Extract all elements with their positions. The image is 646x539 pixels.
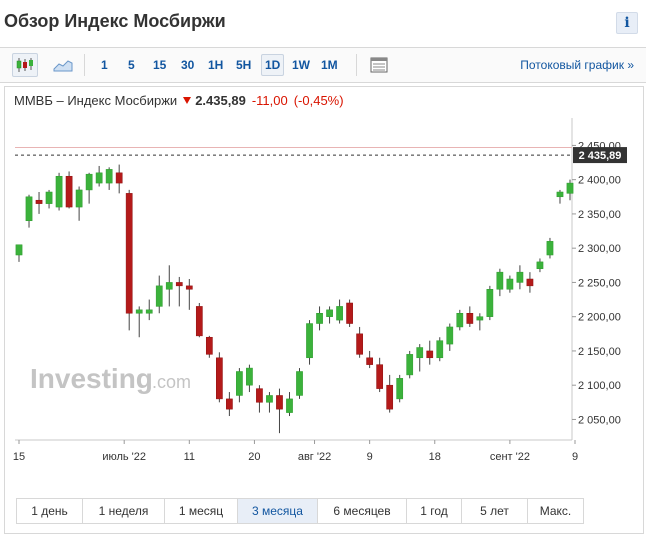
candle-body[interactable]: [566, 182, 574, 194]
candle-body[interactable]: [175, 282, 183, 287]
y-tick-label: 2 050,00: [578, 414, 621, 426]
candle-body[interactable]: [115, 172, 123, 184]
candle-body[interactable]: [256, 388, 263, 403]
range-button[interactable]: 5 лет: [462, 499, 528, 523]
candle-body[interactable]: [306, 323, 313, 359]
candle-body[interactable]: [536, 261, 544, 269]
price-chart[interactable]: Investing .com 2 050,00 2 100,00 2 150,00 2 2…: [0, 0, 646, 539]
candle-body[interactable]: [185, 285, 193, 290]
x-tick-label: 9: [572, 451, 578, 463]
candle-body[interactable]: [486, 289, 494, 317]
candle-body[interactable]: [236, 371, 243, 396]
candle-body[interactable]: [456, 313, 464, 328]
candle-body[interactable]: [165, 282, 173, 290]
y-tick-label: 2 150,00: [578, 346, 621, 358]
candle-body[interactable]: [476, 316, 484, 321]
y-tick-label: 2 100,00: [578, 380, 621, 392]
candle-body[interactable]: [526, 278, 534, 287]
range-button[interactable]: 1 год: [407, 499, 462, 523]
range-button[interactable]: 1 неделя: [83, 499, 165, 523]
candle-body[interactable]: [446, 326, 454, 345]
candle-body[interactable]: [155, 285, 163, 307]
candle-body[interactable]: [466, 313, 474, 324]
candle-body[interactable]: [105, 169, 113, 184]
candle-body[interactable]: [426, 350, 434, 359]
last-price: 2.435,89: [195, 93, 246, 108]
candle-body[interactable]: [35, 199, 43, 204]
candle-body[interactable]: [65, 175, 73, 208]
candle-body[interactable]: [205, 336, 213, 355]
candle-body[interactable]: [125, 193, 133, 314]
price-change: -11,00: [251, 93, 288, 108]
candle-body[interactable]: [45, 191, 53, 204]
candle-body[interactable]: [75, 189, 83, 208]
candle-body[interactable]: [336, 306, 343, 321]
candle-body[interactable]: [25, 196, 33, 222]
candle-body[interactable]: [266, 395, 273, 403]
candle-body[interactable]: [95, 172, 103, 184]
down-arrow-icon: [183, 97, 192, 104]
candle-body[interactable]: [135, 309, 143, 314]
time-range-selector: 1 день 1 неделя 1 месяц 3 месяца 6 месяцев 1 …: [16, 498, 584, 524]
candle-body[interactable]: [406, 354, 414, 376]
x-tick-label: июль '22: [102, 451, 146, 463]
x-tick-label: 15: [13, 451, 25, 463]
range-button[interactable]: 1 день: [17, 499, 83, 523]
candle-body[interactable]: [516, 271, 524, 283]
range-button[interactable]: 3 месяца: [238, 499, 318, 523]
instrument-name: ММВБ – Индекс Мосбиржи: [14, 93, 178, 108]
candle-body[interactable]: [416, 347, 424, 359]
candle-body[interactable]: [276, 395, 283, 410]
candle-body[interactable]: [195, 306, 203, 337]
range-button[interactable]: Макс.: [528, 499, 583, 523]
y-tick-label: 2 250,00: [578, 277, 621, 289]
x-tick-label: 18: [429, 451, 441, 463]
candle-body[interactable]: [296, 371, 303, 396]
candle-body[interactable]: [356, 333, 363, 355]
x-tick-label: 11: [184, 451, 195, 463]
candle-body[interactable]: [226, 398, 233, 410]
candle-body[interactable]: [546, 241, 554, 256]
investing-watermark: Investing: [30, 363, 153, 394]
candle-body[interactable]: [436, 340, 444, 359]
candle-body[interactable]: [326, 309, 333, 317]
candle-body[interactable]: [85, 173, 93, 191]
candle-body[interactable]: [376, 364, 384, 389]
candle-body[interactable]: [15, 244, 23, 256]
candle-body[interactable]: [216, 357, 223, 400]
y-tick-label: 2 300,00: [578, 243, 621, 255]
candle-body[interactable]: [145, 309, 153, 314]
candle-body[interactable]: [286, 398, 293, 413]
candle-body[interactable]: [496, 271, 504, 290]
x-tick-label: 9: [367, 451, 373, 463]
investing-watermark-suffix: .com: [152, 372, 191, 392]
y-tick-label: 2 400,00: [578, 175, 621, 187]
x-tick-label: сент '22: [490, 451, 530, 463]
candle-body[interactable]: [386, 384, 394, 410]
candle-body[interactable]: [366, 357, 373, 365]
candle-body[interactable]: [506, 278, 514, 290]
candle-body[interactable]: [55, 175, 63, 208]
quote-header: ММВБ – Индекс Мосбиржи 2.435,89 -11,00 (…: [14, 93, 344, 108]
y-tick-label: 2 350,00: [578, 209, 621, 221]
candle-body[interactable]: [396, 378, 404, 400]
candle-body[interactable]: [316, 313, 323, 324]
range-button[interactable]: 6 месяцев: [318, 499, 407, 523]
x-tick-label: авг '22: [298, 451, 331, 463]
candle-body[interactable]: [246, 367, 253, 386]
range-button[interactable]: 1 месяц: [165, 499, 238, 523]
candle-body[interactable]: [556, 191, 564, 198]
candle-body[interactable]: [346, 302, 353, 324]
y-tick-label: 2 200,00: [578, 312, 621, 324]
x-tick-label: 20: [248, 451, 260, 463]
current-price-tag-label: 2 435,89: [579, 150, 622, 162]
price-change-percent: (-0,45%): [293, 93, 344, 108]
